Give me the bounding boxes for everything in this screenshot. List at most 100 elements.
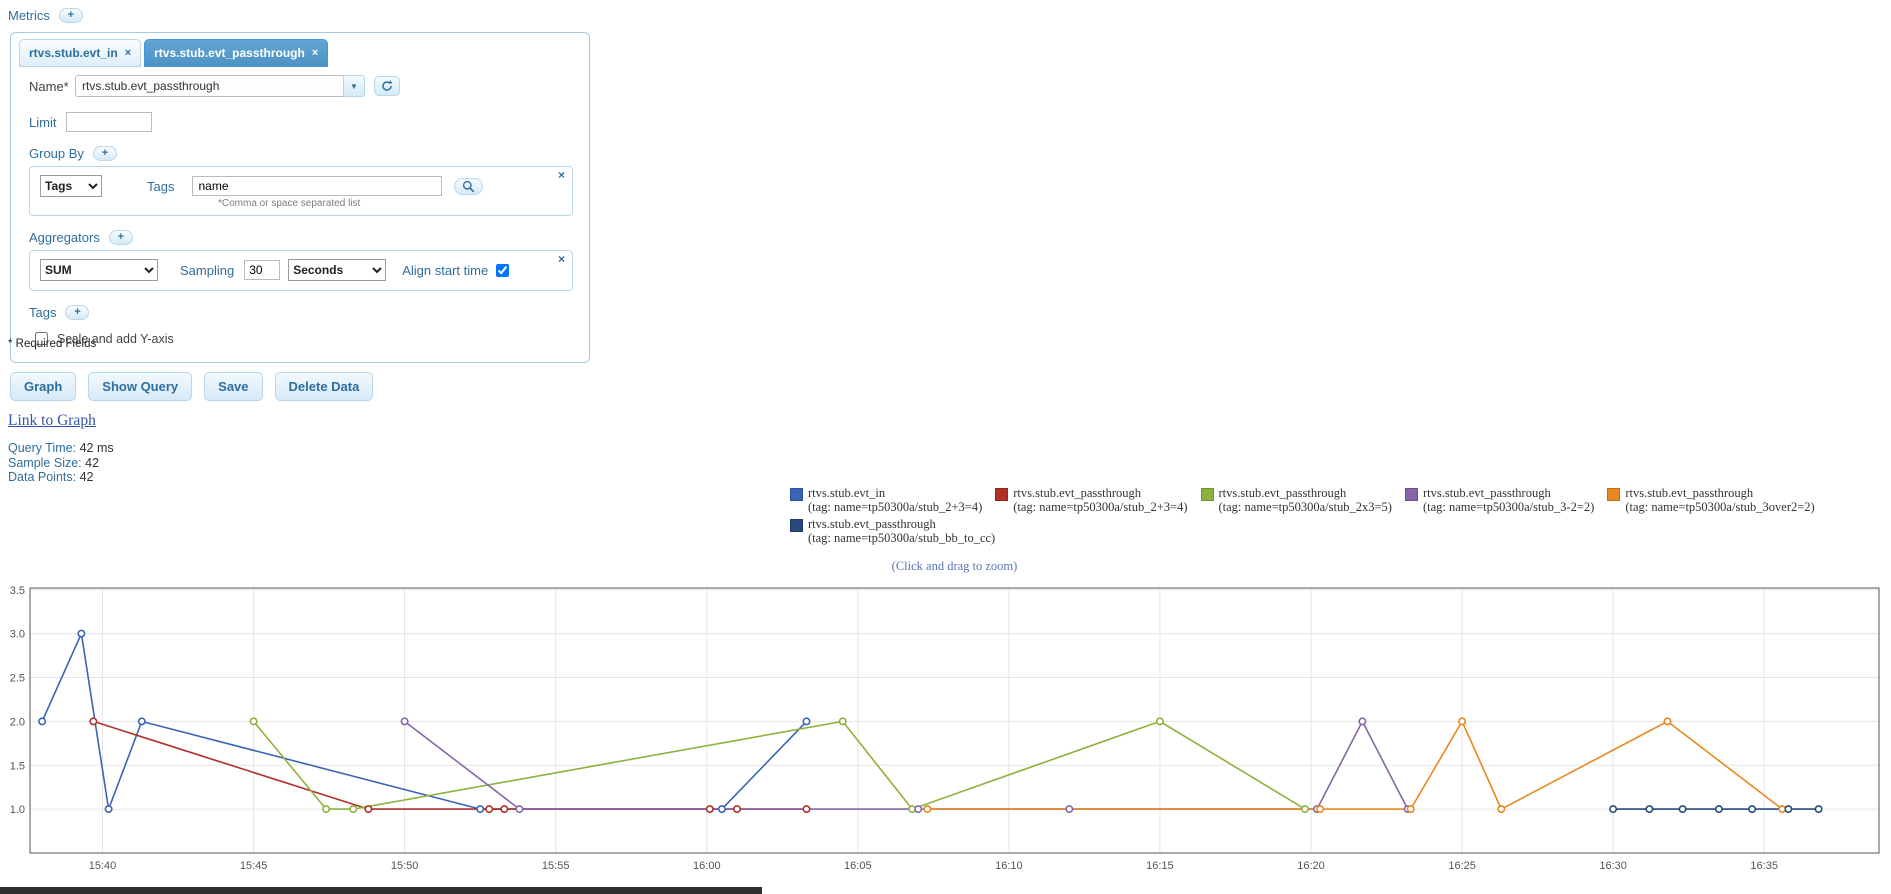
chart-legend: rtvs.stub.evt_in (tag: name=tp50300a/stub… bbox=[790, 486, 1815, 548]
svg-text:15:45: 15:45 bbox=[240, 860, 268, 872]
series-color-swatch bbox=[1607, 488, 1621, 501]
chart-canvas[interactable]: 15:40 15:45 15:50 15:55 16:00 16:05 16:10 16:15… bbox=[0, 582, 1891, 882]
query-time-row: Query Time: 42 ms bbox=[8, 441, 114, 456]
align-start-time-label: Align start time bbox=[402, 262, 489, 278]
series-tag: (tag: name=tp50300a/stub_2+3=4) bbox=[808, 500, 983, 514]
plus-icon: + bbox=[67, 9, 75, 21]
metric-panel: rtvs.stub.evt_in × rtvs.stub.evt_passthr… bbox=[10, 32, 590, 363]
remove-group-by-icon[interactable]: × bbox=[558, 169, 565, 181]
name-label: Name* bbox=[29, 78, 69, 94]
search-icon bbox=[463, 180, 475, 192]
metric-form: Name* ▼ Limit Group By + bbox=[17, 75, 583, 348]
metric-line-chart[interactable]: 15:40 15:45 15:50 15:55 16:00 16:05 16:10 16:15… bbox=[0, 582, 1891, 882]
aggregator-select[interactable]: SUM bbox=[40, 259, 158, 281]
series-name: rtvs.stub.evt_passthrough bbox=[1218, 486, 1347, 500]
limit-label: Limit bbox=[29, 114, 57, 130]
legend-item: rtvs.stub.evt_in (tag: name=tp50300a/stub… bbox=[790, 486, 982, 514]
metrics-label: Metrics bbox=[8, 8, 50, 23]
close-tab-icon[interactable]: × bbox=[312, 47, 318, 59]
svg-text:3.0: 3.0 bbox=[10, 629, 25, 641]
legend-item: rtvs.stub.evt_passthrough (tag: name=tp50… bbox=[1200, 486, 1392, 514]
svg-text:1.5: 1.5 bbox=[10, 760, 25, 772]
tab-label: rtvs.stub.evt_in bbox=[29, 46, 118, 60]
zoom-hint: (Click and drag to zoom) bbox=[891, 559, 1018, 573]
svg-text:16:25: 16:25 bbox=[1448, 860, 1476, 872]
series-name: rtvs.stub.evt_passthrough bbox=[1013, 486, 1142, 500]
metric-name-input[interactable] bbox=[75, 75, 343, 97]
svg-text:16:15: 16:15 bbox=[1146, 860, 1174, 872]
series-name: rtvs.stub.evt_in bbox=[808, 486, 886, 500]
sample-size-value: 42 bbox=[85, 455, 100, 470]
series-tag: (tag: name=tp50300a/stub_3-2=2) bbox=[1422, 500, 1595, 514]
tab-label: rtvs.stub.evt_passthrough bbox=[154, 46, 305, 60]
add-group-by-button[interactable]: + bbox=[92, 146, 117, 161]
bottom-scrollbar[interactable] bbox=[0, 887, 762, 894]
required-fields-note: * Required Fields bbox=[8, 338, 97, 350]
data-points-label: Data Points: bbox=[8, 470, 77, 484]
svg-text:16:30: 16:30 bbox=[1599, 860, 1627, 872]
delete-data-button[interactable]: Delete Data bbox=[274, 372, 374, 401]
limit-input[interactable] bbox=[66, 112, 153, 132]
close-tab-icon[interactable]: × bbox=[125, 47, 131, 59]
add-metric-button[interactable]: + bbox=[58, 8, 83, 23]
tag-search-button[interactable] bbox=[454, 177, 484, 195]
group-by-label: Group By bbox=[29, 146, 84, 161]
series-tag: (tag: name=tp50300a/stub_3over2=2) bbox=[1625, 500, 1815, 514]
series-tag: (tag: name=tp50300a/stub_bb_to_cc) bbox=[808, 531, 996, 545]
svg-text:16:20: 16:20 bbox=[1297, 860, 1325, 872]
svg-text:16:00: 16:00 bbox=[693, 860, 721, 872]
group-by-type-select[interactable]: Tags bbox=[40, 175, 102, 197]
series-color-swatch bbox=[1404, 488, 1418, 501]
combobox-dropdown-button[interactable]: ▼ bbox=[343, 75, 365, 97]
show-query-button[interactable]: Show Query bbox=[88, 372, 193, 401]
graph-button[interactable]: Graph bbox=[10, 372, 77, 401]
series-tag: (tag: name=tp50300a/stub_2+3=4) bbox=[1013, 500, 1188, 514]
tab-metric-evt-passthrough[interactable]: rtvs.stub.evt_passthrough × bbox=[144, 39, 329, 67]
align-start-time-checkbox[interactable] bbox=[496, 263, 510, 277]
aggregators-label: Aggregators bbox=[29, 230, 100, 245]
sample-size-row: Sample Size: 42 bbox=[8, 456, 114, 471]
svg-text:16:35: 16:35 bbox=[1750, 860, 1778, 872]
series-color-swatch bbox=[995, 488, 1009, 501]
series-color-swatch bbox=[790, 488, 803, 501]
tags-hint: *Comma or space separated list bbox=[218, 198, 361, 209]
legend-item: rtvs.stub.evt_passthrough (tag: name=tp50… bbox=[995, 486, 1188, 514]
legend-item: rtvs.stub.evt_passthrough (tag: name=tp50… bbox=[790, 517, 995, 545]
series-color-swatch bbox=[1200, 488, 1214, 501]
group-by-tags-input[interactable] bbox=[192, 176, 443, 196]
tab-metric-evt-in[interactable]: rtvs.stub.evt_in × bbox=[19, 39, 142, 67]
add-aggregator-button[interactable]: + bbox=[108, 230, 133, 245]
sample-size-label: Sample Size: bbox=[8, 455, 82, 470]
chevron-down-icon: ▼ bbox=[350, 81, 358, 91]
svg-text:1.0: 1.0 bbox=[10, 804, 25, 816]
sampling-unit-select[interactable]: Seconds bbox=[288, 259, 387, 281]
remove-aggregator-icon[interactable]: × bbox=[558, 253, 565, 265]
series-name: rtvs.stub.evt_passthrough bbox=[808, 517, 936, 531]
svg-text:16:10: 16:10 bbox=[995, 860, 1023, 872]
sampling-label: Sampling bbox=[180, 262, 235, 278]
query-time-value: 42 ms bbox=[79, 441, 114, 455]
refresh-metrics-button[interactable] bbox=[374, 76, 400, 96]
add-tag-button[interactable]: + bbox=[65, 305, 90, 320]
series-color-swatch bbox=[790, 519, 803, 532]
svg-text:15:55: 15:55 bbox=[542, 860, 570, 872]
plus-icon: + bbox=[101, 147, 109, 159]
group-by-box: × Tags Tags *Comma or space separated li… bbox=[29, 166, 573, 216]
series-name: rtvs.stub.evt_passthrough bbox=[1625, 486, 1754, 500]
action-buttons: Graph Show Query Save Delete Data bbox=[10, 372, 374, 401]
link-to-graph[interactable]: Link to Graph bbox=[8, 412, 96, 430]
refresh-icon bbox=[382, 80, 393, 91]
svg-text:15:50: 15:50 bbox=[391, 860, 419, 872]
sampling-value-input[interactable] bbox=[244, 260, 281, 280]
plus-icon: + bbox=[74, 306, 81, 318]
series-name: rtvs.stub.evt_passthrough bbox=[1422, 486, 1551, 500]
metric-name-combobox: ▼ bbox=[75, 75, 365, 97]
data-points-row: Data Points: 42 bbox=[8, 470, 114, 485]
metric-tabs: rtvs.stub.evt_in × rtvs.stub.evt_passthr… bbox=[19, 39, 583, 67]
aggregator-box: × SUM Sampling Seconds Align start time bbox=[29, 250, 573, 291]
save-button[interactable]: Save bbox=[204, 372, 263, 401]
svg-text:3.5: 3.5 bbox=[10, 585, 25, 597]
legend-item: rtvs.stub.evt_passthrough (tag: name=tp50… bbox=[1607, 486, 1815, 514]
series-tag: (tag: name=tp50300a/stub_2x3=5) bbox=[1218, 500, 1392, 514]
query-stats: Query Time: 42 ms Sample Size: 42 Data P… bbox=[8, 441, 114, 485]
